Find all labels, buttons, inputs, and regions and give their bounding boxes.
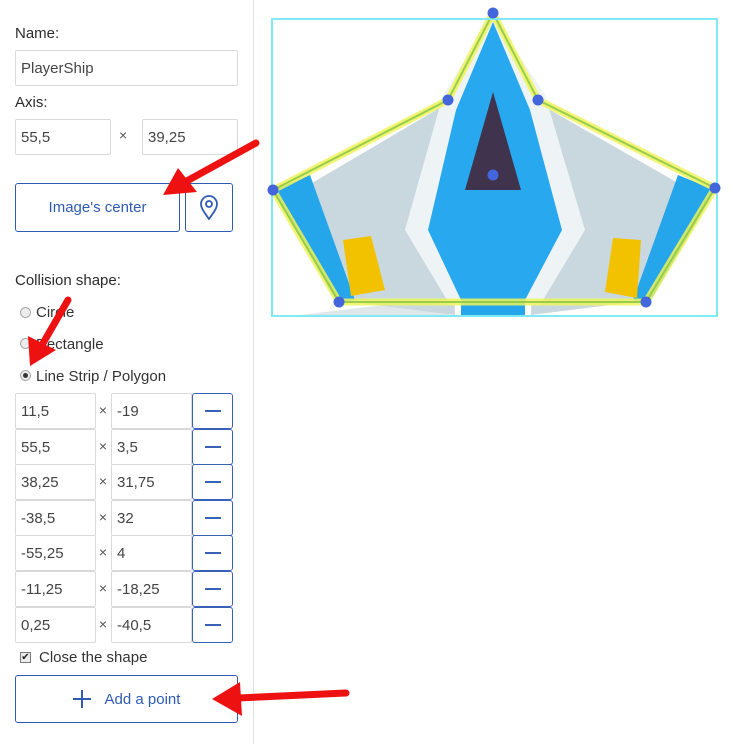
polygon-point-handle[interactable] — [487, 7, 499, 19]
name-label: Name: — [15, 25, 60, 42]
name-input[interactable] — [15, 50, 238, 86]
point-row: × — [15, 500, 235, 536]
remove-point-button[interactable] — [192, 607, 233, 643]
point-x-input[interactable] — [15, 535, 96, 571]
radio-polygon[interactable] — [20, 370, 31, 381]
point-times-sign: × — [98, 473, 108, 489]
remove-point-button[interactable] — [192, 500, 233, 536]
add-point-button[interactable]: Add a point — [15, 675, 238, 723]
minus-icon — [204, 517, 221, 519]
point-times-sign: × — [98, 509, 108, 525]
axis-y-input[interactable] — [142, 119, 238, 155]
axis-times-sign: × — [119, 127, 128, 143]
point-times-sign: × — [98, 402, 108, 418]
point-row: × — [15, 464, 235, 500]
point-times-sign: × — [98, 580, 108, 596]
image-center-label: Image's center — [48, 199, 147, 216]
map-pin-icon — [200, 194, 218, 221]
polygon-point-handle[interactable] — [267, 184, 279, 196]
point-x-input[interactable] — [15, 500, 96, 536]
point-times-sign: × — [98, 438, 108, 454]
remove-point-button[interactable] — [192, 535, 233, 571]
point-x-input[interactable] — [15, 429, 96, 465]
properties-panel: Name: Axis: × Image's center Collision s… — [0, 0, 254, 744]
point-times-sign: × — [98, 616, 108, 632]
polygon-point-handle[interactable] — [709, 182, 721, 194]
minus-icon — [204, 588, 221, 590]
remove-point-button[interactable] — [192, 571, 233, 607]
minus-icon — [204, 410, 221, 412]
minus-icon — [204, 624, 221, 626]
minus-icon — [204, 446, 221, 448]
point-row: × — [15, 429, 235, 465]
close-shape-label: Close the shape — [39, 649, 148, 666]
minus-icon — [204, 552, 221, 554]
polygon-point-handle[interactable] — [640, 296, 652, 308]
radio-rectangle[interactable] — [20, 338, 31, 349]
radio-circle-label: Circle — [36, 304, 75, 321]
point-x-input[interactable] — [15, 393, 96, 429]
image-center-button[interactable]: Image's center — [15, 183, 180, 232]
polygon-point-handle[interactable] — [333, 296, 345, 308]
polygon-point-handle[interactable] — [442, 94, 454, 106]
point-x-input[interactable] — [15, 464, 96, 500]
point-x-input[interactable] — [15, 571, 96, 607]
point-y-input[interactable] — [111, 535, 192, 571]
point-row: × — [15, 571, 235, 607]
plus-icon — [72, 690, 91, 708]
point-y-input[interactable] — [111, 500, 192, 536]
point-row: × — [15, 607, 235, 643]
minus-icon — [204, 481, 221, 483]
radio-rectangle-label: Rectangle — [36, 336, 104, 353]
point-y-input[interactable] — [111, 571, 192, 607]
point-y-input[interactable] — [111, 429, 192, 465]
point-y-input[interactable] — [111, 393, 192, 429]
point-row: × — [15, 393, 235, 429]
ship-sprite — [273, 15, 715, 316]
remove-point-button[interactable] — [192, 464, 233, 500]
point-x-input[interactable] — [15, 607, 96, 643]
point-y-input[interactable] — [111, 464, 192, 500]
axis-label: Axis: — [15, 94, 48, 111]
point-row: × — [15, 535, 235, 571]
image-canvas[interactable] — [255, 0, 732, 744]
collision-shape-label: Collision shape: — [15, 272, 121, 289]
remove-point-button[interactable] — [192, 429, 233, 465]
sprite-view[interactable] — [255, 0, 732, 744]
radio-polygon-label: Line Strip / Polygon — [36, 368, 167, 385]
pick-axis-button[interactable] — [185, 183, 233, 232]
close-shape-checkbox[interactable]: ✔ — [20, 652, 31, 663]
radio-circle[interactable] — [20, 307, 31, 318]
axis-point-handle[interactable] — [487, 169, 499, 181]
point-times-sign: × — [98, 544, 108, 560]
polygon-point-handle[interactable] — [532, 94, 544, 106]
add-point-label: Add a point — [104, 690, 181, 708]
point-y-input[interactable] — [111, 607, 192, 643]
axis-x-input[interactable] — [15, 119, 111, 155]
remove-point-button[interactable] — [192, 393, 233, 429]
